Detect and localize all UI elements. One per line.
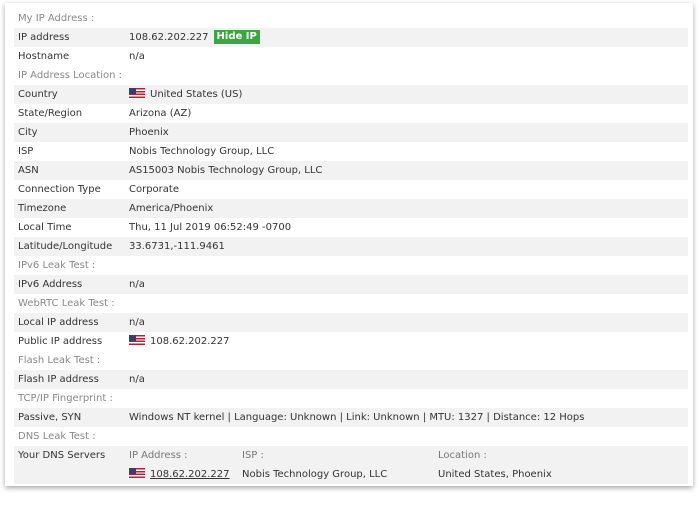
section-tcpip: TCP/IP Fingerprint : — [14, 389, 688, 408]
dns-col-isp-header: ISP : — [242, 450, 264, 461]
city-label: City — [18, 127, 38, 138]
section-flash: Flash Leak Test : — [14, 351, 688, 370]
ipv6-label: IPv6 Address — [18, 279, 83, 290]
local-ip-label: Local IP address — [18, 317, 99, 328]
dns-servers-label: Your DNS Servers — [18, 450, 106, 461]
dns-isp-cell: Nobis Technology Group, LLC — [242, 469, 388, 480]
section-title: My IP Address : — [18, 13, 95, 24]
dns-col-location-header: Location : — [438, 450, 487, 461]
row-country: Country United States (US) — [14, 85, 688, 104]
passive-syn-value: Windows NT kernel | Language: Unknown | … — [129, 412, 585, 423]
us-flag-icon — [129, 335, 145, 345]
local-time-value: Thu, 11 Jul 2019 06:52:49 -0700 — [129, 222, 292, 233]
section-ipv6: IPv6 Leak Test : — [14, 256, 688, 275]
row-city: City Phoenix — [14, 123, 688, 142]
public-ip-label: Public IP address — [18, 336, 103, 347]
isp-label: ISP — [18, 146, 34, 157]
passive-syn-label: Passive, SYN — [18, 412, 82, 423]
dns-col-ip-header: IP Address : — [129, 450, 188, 461]
flash-ip-label: Flash IP address — [18, 374, 99, 385]
dns-ip-cell: 108.62.202.227 — [129, 465, 230, 484]
section-title: IP Address Location : — [18, 70, 123, 81]
section-location: IP Address Location : — [14, 66, 688, 85]
country-text: United States (US) — [150, 89, 243, 100]
dns-ip-link[interactable]: 108.62.202.227 — [150, 469, 230, 480]
flash-ip-value: n/a — [129, 374, 145, 385]
row-dns-server: 108.62.202.227 Nobis Technology Group, L… — [14, 465, 688, 484]
us-flag-icon — [129, 468, 145, 478]
hostname-value: n/a — [129, 51, 145, 62]
dns-location-cell: United States, Phoenix — [438, 469, 552, 480]
timezone-label: Timezone — [18, 203, 67, 214]
public-ip-text: 108.62.202.227 — [150, 336, 230, 347]
country-value: United States (US) — [129, 85, 242, 104]
state-value: Arizona (AZ) — [129, 108, 192, 119]
local-ip-value: n/a — [129, 317, 145, 328]
asn-label: ASN — [18, 165, 39, 176]
public-ip-value: 108.62.202.227 — [129, 332, 230, 351]
section-title: TCP/IP Fingerprint : — [18, 393, 113, 404]
section-my-ip: My IP Address : — [14, 9, 688, 28]
section-dns: DNS Leak Test : — [14, 427, 688, 446]
row-connection-type: Connection Type Corporate — [14, 180, 688, 199]
row-ipv6-address: IPv6 Address n/a — [14, 275, 688, 294]
hide-ip-button[interactable]: Hide IP — [213, 30, 260, 44]
row-state: State/Region Arizona (AZ) — [14, 104, 688, 123]
local-time-label: Local Time — [18, 222, 72, 233]
row-local-time: Local Time Thu, 11 Jul 2019 06:52:49 -07… — [14, 218, 688, 237]
row-local-ip: Local IP address n/a — [14, 313, 688, 332]
row-passive-syn: Passive, SYN Windows NT kernel | Languag… — [14, 408, 688, 427]
section-webrtc: WebRTC Leak Test : — [14, 294, 688, 313]
lat-lon-label: Latitude/Longitude — [18, 241, 113, 252]
isp-value: Nobis Technology Group, LLC — [129, 146, 275, 157]
row-public-ip: Public IP address 108.62.202.227 — [14, 332, 688, 351]
row-timezone: Timezone America/Phoenix — [14, 199, 688, 218]
section-title: IPv6 Leak Test : — [18, 260, 96, 271]
asn-value: AS15003 Nobis Technology Group, LLC — [129, 165, 323, 176]
connection-type-label: Connection Type — [18, 184, 101, 195]
row-dns-header: Your DNS Servers IP Address : ISP : Loca… — [14, 446, 688, 465]
connection-type-value: Corporate — [129, 184, 179, 195]
ipv6-value: n/a — [129, 279, 145, 290]
row-ip-address: IP address 108.62.202.227 Hide IP — [14, 28, 688, 47]
section-title: Flash Leak Test : — [18, 355, 101, 366]
us-flag-icon — [129, 88, 145, 98]
row-asn: ASN AS15003 Nobis Technology Group, LLC — [14, 161, 688, 180]
row-hostname: Hostname n/a — [14, 47, 688, 66]
ip-address-value: 108.62.202.227 Hide IP — [129, 28, 260, 47]
state-label: State/Region — [18, 108, 83, 119]
section-title: WebRTC Leak Test : — [18, 298, 115, 309]
timezone-value: America/Phoenix — [129, 203, 214, 214]
row-flash-ip: Flash IP address n/a — [14, 370, 688, 389]
ip-address-text: 108.62.202.227 — [129, 32, 209, 43]
section-title: DNS Leak Test : — [18, 431, 96, 442]
ip-info-panel: My IP Address : IP address 108.62.202.22… — [5, 3, 693, 486]
ip-address-label: IP address — [18, 32, 70, 43]
country-label: Country — [18, 89, 58, 100]
hostname-label: Hostname — [18, 51, 70, 62]
row-lat-lon: Latitude/Longitude 33.6731,-111.9461 — [14, 237, 688, 256]
city-value: Phoenix — [129, 127, 169, 138]
row-isp: ISP Nobis Technology Group, LLC — [14, 142, 688, 161]
lat-lon-value: 33.6731,-111.9461 — [129, 241, 225, 252]
